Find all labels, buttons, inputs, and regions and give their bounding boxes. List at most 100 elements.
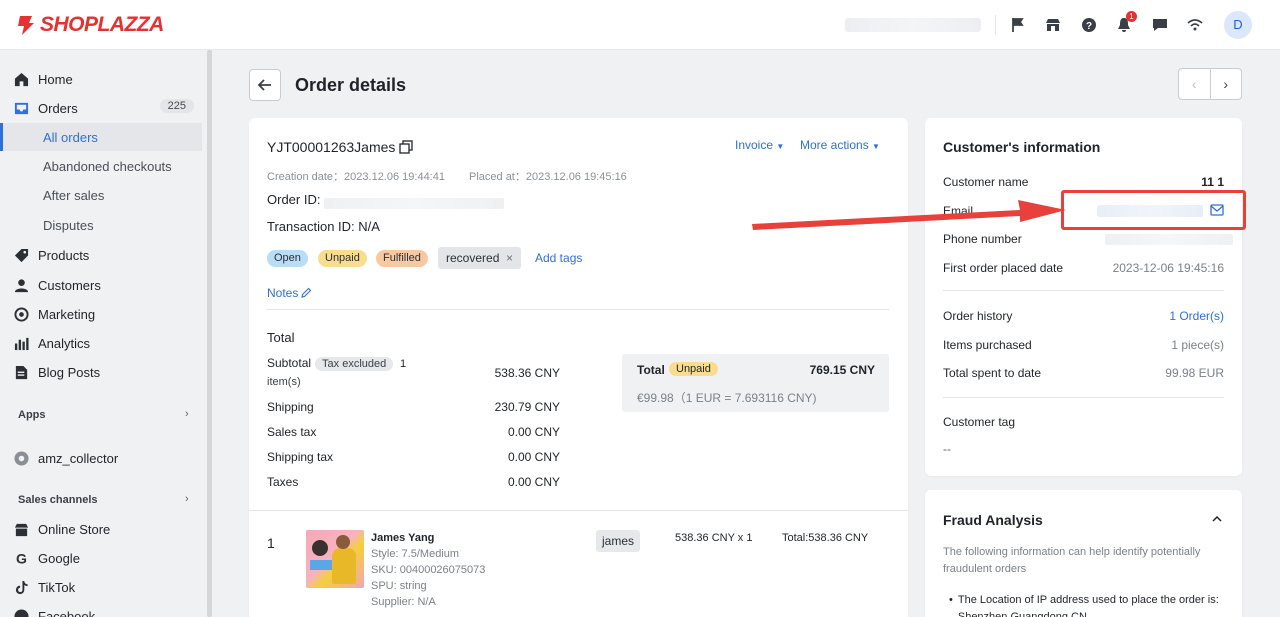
back-button[interactable] bbox=[249, 69, 281, 101]
product-line-total: Total:538.36 CNY bbox=[782, 532, 869, 544]
fraud-title: Fraud Analysis bbox=[943, 512, 1043, 528]
product-spu: SPU: string bbox=[371, 580, 427, 592]
customer-divider-1 bbox=[943, 290, 1224, 291]
tax-excluded-pill: Tax excluded bbox=[315, 357, 394, 371]
total-spent-label: Total spent to date bbox=[943, 366, 1042, 380]
sidebar-app-amz-collector[interactable]: amz_collector bbox=[14, 447, 194, 469]
fraud-description: The following information can help ident… bbox=[943, 546, 1201, 575]
order-id-label: Order ID: bbox=[267, 192, 321, 207]
document-icon bbox=[15, 365, 28, 379]
blurred-phone bbox=[1105, 234, 1233, 245]
store-icon[interactable] bbox=[1043, 15, 1063, 35]
shipping-tax-value: 0.00 CNY bbox=[507, 450, 560, 464]
sidebar-item-orders[interactable]: Orders 225 bbox=[14, 97, 194, 119]
top-bar: SHOPLAZZA ? 1 D bbox=[0, 0, 1280, 50]
orders-count-badge: 225 bbox=[159, 99, 194, 113]
chevron-up-icon[interactable] bbox=[1212, 515, 1222, 523]
previous-order-button[interactable]: ‹ bbox=[1179, 69, 1211, 99]
sidebar-scrollbar[interactable] bbox=[207, 50, 212, 617]
notification-badge: 1 bbox=[1126, 11, 1137, 22]
more-actions-dropdown[interactable]: More actions ▼ bbox=[800, 138, 880, 152]
sidebar-item-marketing[interactable]: Marketing bbox=[14, 303, 194, 325]
orders-icon bbox=[14, 102, 29, 114]
notes-link[interactable]: Notes bbox=[267, 286, 312, 300]
sidebar-item-products[interactable]: Products bbox=[14, 244, 194, 266]
remove-tag-icon[interactable]: × bbox=[506, 251, 513, 265]
shipping-tax-label: Shipping tax bbox=[267, 450, 334, 464]
target-icon bbox=[14, 306, 29, 322]
blurred-order-id bbox=[324, 198, 504, 209]
customer-name-label: Customer name bbox=[943, 175, 1029, 189]
person-icon bbox=[14, 278, 29, 292]
fraud-analysis-card: Fraud Analysis The following information… bbox=[925, 490, 1242, 617]
sidebar-item-blog-posts[interactable]: Blog Posts bbox=[14, 361, 194, 383]
product-name[interactable]: James Yang bbox=[371, 532, 434, 544]
sales-channels-label: Sales channels bbox=[18, 494, 98, 506]
annotation-arrow bbox=[752, 200, 1066, 230]
transaction-id: Transaction ID: N/A bbox=[267, 219, 380, 234]
next-order-button[interactable]: › bbox=[1211, 69, 1242, 99]
creation-date: Creation date：2023.12.06 19:44:41 bbox=[267, 171, 445, 183]
product-sku: SKU: 00400026075073 bbox=[371, 564, 486, 576]
customer-tag-label: Customer tag bbox=[943, 415, 1016, 429]
sidebar-channel-google[interactable]: G Google bbox=[14, 547, 194, 569]
store-icon bbox=[14, 523, 29, 536]
brand-name: SHOPLAZZA bbox=[40, 13, 164, 36]
subtotal-label: Subtotal Tax excluded 1 bbox=[267, 356, 407, 371]
first-order-value: 2023-12-06 19:45:16 bbox=[1112, 261, 1224, 275]
app-icon bbox=[14, 450, 29, 466]
copy-icon[interactable] bbox=[399, 140, 414, 154]
section-divider bbox=[267, 309, 889, 310]
product-thumbnail[interactable] bbox=[306, 530, 364, 588]
sidebar-sub-all-orders[interactable]: All orders bbox=[43, 127, 98, 149]
taxes-value: 0.00 CNY bbox=[507, 475, 560, 489]
tiktok-icon bbox=[15, 580, 28, 594]
google-icon: G bbox=[16, 551, 27, 566]
active-nav-highlight bbox=[0, 123, 202, 151]
line-item-index: 1 bbox=[267, 535, 275, 551]
apps-chevron-icon[interactable]: › bbox=[185, 408, 189, 420]
svg-text:?: ? bbox=[1086, 21, 1092, 32]
product-tag-james: james bbox=[596, 530, 641, 552]
sales-tax-label: Sales tax bbox=[267, 425, 317, 439]
total-heading: Total bbox=[267, 330, 295, 345]
home-icon bbox=[14, 72, 29, 86]
sidebar-item-customers[interactable]: Customers bbox=[14, 274, 194, 296]
sidebar-sub-abandoned-checkouts[interactable]: Abandoned checkouts bbox=[43, 156, 172, 178]
page-title: Order details bbox=[295, 75, 407, 95]
product-supplier: Supplier: N/A bbox=[371, 596, 436, 608]
order-history-link[interactable]: 1 Order(s) bbox=[1169, 309, 1224, 323]
user-avatar[interactable]: D bbox=[1224, 11, 1252, 39]
status-badge-unpaid: Unpaid bbox=[318, 250, 367, 267]
fraud-ip-bullet: • The Location of IP address used to plac… bbox=[949, 594, 1219, 617]
wifi-icon[interactable] bbox=[1185, 15, 1205, 35]
status-badge-fulfilled: Fulfilled bbox=[376, 250, 428, 267]
add-tags-link[interactable]: Add tags bbox=[535, 251, 582, 265]
sidebar-channel-online-store[interactable]: Online Store bbox=[14, 518, 194, 540]
summary-total-label: Total bbox=[637, 363, 665, 377]
flag-icon[interactable] bbox=[1008, 15, 1028, 35]
status-badge-open: Open bbox=[267, 250, 308, 267]
sidebar-channel-tiktok[interactable]: TikTok bbox=[14, 576, 194, 598]
first-order-label: First order placed date bbox=[943, 261, 1064, 275]
sidebar-sub-disputes[interactable]: Disputes bbox=[43, 215, 94, 237]
brand-logo[interactable]: SHOPLAZZA bbox=[16, 13, 164, 37]
sidebar-sub-after-sales[interactable]: After sales bbox=[43, 185, 104, 207]
sidebar-item-home[interactable]: Home bbox=[14, 68, 194, 90]
sales-channels-chevron-icon[interactable]: › bbox=[185, 493, 189, 505]
customer-info-card: Customer's information Customer name 11 … bbox=[925, 118, 1242, 476]
annotation-highlight-box bbox=[1061, 190, 1246, 230]
items-purchased-value: 1 piece(s) bbox=[1171, 338, 1224, 352]
tag-recovered: recovered × bbox=[438, 247, 522, 269]
sidebar-item-analytics[interactable]: Analytics bbox=[14, 332, 194, 354]
sidebar-channel-facebook[interactable]: Facebook bbox=[14, 605, 194, 617]
summary-unpaid-badge: Unpaid bbox=[669, 362, 718, 376]
shoplazza-logo-icon bbox=[18, 16, 34, 35]
product-qty-price: 538.36 CNY x 1 bbox=[675, 532, 753, 544]
help-icon[interactable]: ? bbox=[1079, 15, 1099, 35]
chat-icon[interactable] bbox=[1150, 15, 1170, 35]
tag-icon bbox=[14, 248, 29, 262]
invoice-dropdown[interactable]: Invoice ▼ bbox=[735, 138, 784, 152]
active-nav-indicator bbox=[0, 123, 3, 151]
product-style: Style: 7.5/Medium bbox=[371, 548, 460, 560]
